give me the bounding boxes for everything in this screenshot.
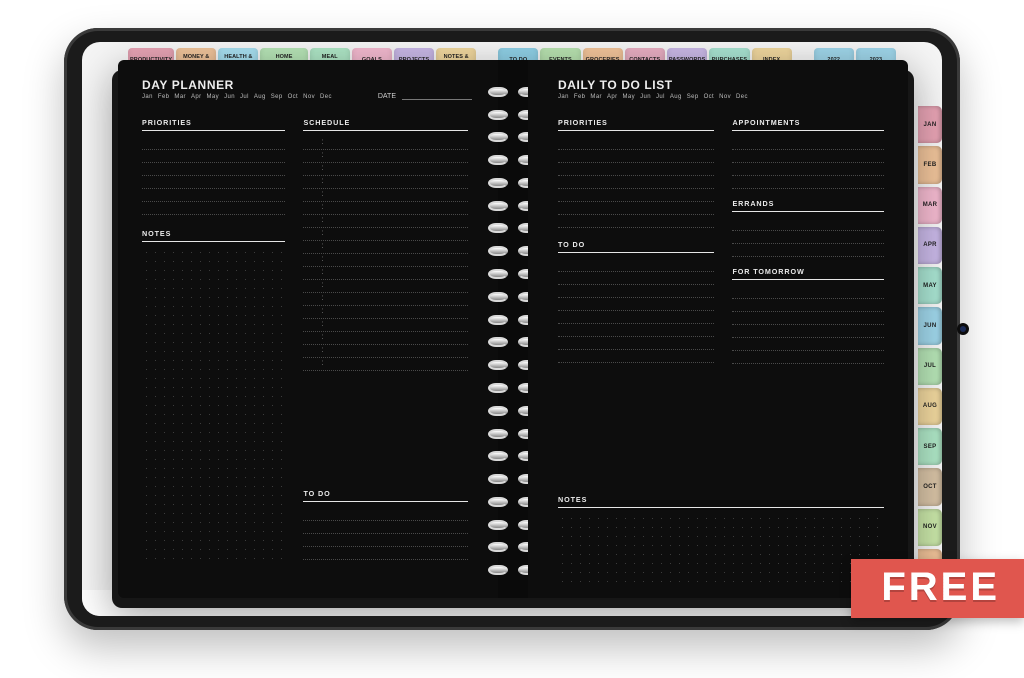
page-left: DAY PLANNER Jan Feb Mar Apr May Jun Jul Aug Sep O… bbox=[118, 60, 498, 598]
left-schedule-lines[interactable] bbox=[303, 137, 468, 479]
month-link[interactable]: Jun bbox=[640, 94, 651, 100]
r-appt-lines[interactable] bbox=[732, 137, 884, 189]
side-tab[interactable]: JUN bbox=[918, 307, 942, 344]
month-link[interactable]: Dec bbox=[736, 94, 748, 100]
right-months[interactable]: Jan Feb Mar Apr May Jun Jul Aug Sep Oct Nov Dec bbox=[558, 94, 884, 100]
date-underline bbox=[402, 92, 472, 100]
month-link[interactable]: Sep bbox=[271, 94, 283, 100]
tablet-camera bbox=[960, 326, 966, 332]
sec-priorities-r: PRIORITIES bbox=[558, 118, 714, 131]
month-link[interactable]: Apr bbox=[607, 94, 618, 100]
left-title: DAY PLANNER bbox=[142, 78, 468, 92]
side-tab[interactable]: MAY bbox=[918, 267, 942, 304]
right-title: DAILY TO DO LIST bbox=[558, 78, 884, 92]
side-month-tabs: JANFEBMARAPRMAYJUNJULAUGSEPOCTNOVDEC bbox=[918, 106, 942, 586]
side-tab[interactable]: NOV bbox=[918, 509, 942, 546]
month-link[interactable]: Dec bbox=[320, 94, 332, 100]
month-link[interactable]: Aug bbox=[670, 94, 682, 100]
sec-priorities: PRIORITIES bbox=[142, 118, 285, 131]
side-tab[interactable]: APR bbox=[918, 227, 942, 264]
side-tab[interactable]: FEB bbox=[918, 146, 942, 183]
free-banner: FREE bbox=[851, 559, 1024, 618]
month-link[interactable]: Jul bbox=[240, 94, 249, 100]
side-tab[interactable]: AUG bbox=[918, 388, 942, 425]
date-field[interactable]: DATE bbox=[378, 92, 472, 100]
spiral-binding bbox=[498, 60, 528, 598]
notebook: DAY PLANNER Jan Feb Mar Apr May Jun Jul Aug Sep O… bbox=[118, 60, 908, 598]
month-link[interactable]: Oct bbox=[288, 94, 299, 100]
month-link[interactable]: Nov bbox=[303, 94, 315, 100]
date-label: DATE bbox=[378, 93, 396, 100]
month-link[interactable]: Nov bbox=[719, 94, 731, 100]
month-link[interactable]: Jan bbox=[142, 94, 153, 100]
sec-appointments: APPOINTMENTS bbox=[732, 118, 884, 131]
r-priorities-lines[interactable] bbox=[558, 137, 714, 228]
side-tab[interactable]: JAN bbox=[918, 106, 942, 143]
sec-errands: ERRANDS bbox=[732, 199, 884, 212]
left-todo-lines[interactable] bbox=[303, 508, 468, 560]
month-link[interactable]: Sep bbox=[687, 94, 699, 100]
month-link[interactable]: Jul bbox=[656, 94, 665, 100]
sec-notes: NOTES bbox=[142, 229, 285, 242]
sec-tomorrow: FOR TOMORROW bbox=[732, 267, 884, 280]
left-priorities-lines[interactable] bbox=[142, 137, 285, 215]
month-link[interactable]: Mar bbox=[174, 94, 186, 100]
side-tab[interactable]: OCT bbox=[918, 468, 942, 505]
r-notes-dots[interactable] bbox=[558, 514, 884, 584]
sec-todo-r: TO DO bbox=[558, 240, 714, 253]
month-link[interactable]: Feb bbox=[158, 94, 170, 100]
month-link[interactable]: Feb bbox=[574, 94, 586, 100]
side-tab[interactable]: SEP bbox=[918, 428, 942, 465]
month-link[interactable]: May bbox=[207, 94, 220, 100]
r-errands-lines[interactable] bbox=[732, 218, 884, 257]
sec-todo-left: TO DO bbox=[303, 489, 468, 502]
tablet-screen: PRODUCTIVITYMONEY & BUDGETINGHEALTH & FI… bbox=[82, 42, 942, 616]
side-tab[interactable]: MAR bbox=[918, 187, 942, 224]
page-right: DAILY TO DO LIST Jan Feb Mar Apr May Jun Jul Au… bbox=[528, 60, 908, 598]
sec-notes-r: NOTES bbox=[558, 495, 884, 508]
free-banner-text: FREE bbox=[881, 565, 1000, 609]
tablet-frame: PRODUCTIVITYMONEY & BUDGETINGHEALTH & FI… bbox=[64, 28, 960, 630]
month-link[interactable]: Jan bbox=[558, 94, 569, 100]
left-notes-dots[interactable] bbox=[142, 248, 285, 560]
month-link[interactable]: Apr bbox=[191, 94, 202, 100]
side-tab[interactable]: JUL bbox=[918, 348, 942, 385]
month-link[interactable]: Jun bbox=[224, 94, 235, 100]
sec-schedule: SCHEDULE bbox=[303, 118, 468, 131]
month-link[interactable]: Mar bbox=[590, 94, 602, 100]
month-link[interactable]: Aug bbox=[254, 94, 266, 100]
month-link[interactable]: Oct bbox=[704, 94, 715, 100]
month-link[interactable]: May bbox=[623, 94, 636, 100]
